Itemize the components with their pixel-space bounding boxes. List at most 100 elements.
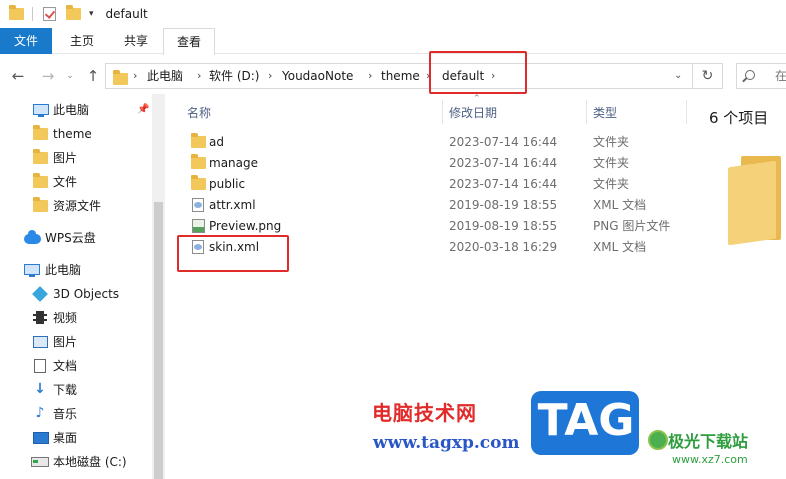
tab-share[interactable]: 共享 <box>110 28 162 54</box>
details-pane: 6 个项目 <box>695 94 786 479</box>
sidebar-item-label: 音乐 <box>53 407 78 421</box>
film-icon <box>33 311 47 324</box>
music-icon: ♪ <box>35 405 45 421</box>
sidebar-item-resources-folder[interactable]: 资源文件 <box>0 195 150 217</box>
sidebar-item-label: 此电脑 <box>45 263 82 277</box>
sidebar-item-label: 图片 <box>53 335 78 349</box>
pin-icon[interactable]: 📌 <box>137 99 149 121</box>
up-arrow-icon[interactable]: ↑ <box>84 66 102 86</box>
highlight-box-skin-xml <box>177 235 289 272</box>
file-row-attr-xml[interactable]: attr.xml 2019-08-19 18:55 XML 文档 <box>165 195 695 216</box>
customize-toolbar-dropdown[interactable]: ▾ <box>89 9 94 19</box>
file-modified: 2023-07-14 16:44 <box>449 177 558 191</box>
file-row-public[interactable]: public 2023-07-14 16:44 文件夹 <box>165 174 695 195</box>
file-modified: 2023-07-14 16:44 <box>449 156 558 170</box>
file-row-preview-png[interactable]: Preview.png 2019-08-19 18:55 PNG 图片文件 <box>165 216 695 237</box>
column-type[interactable]: 类型 <box>593 102 617 124</box>
breadcrumb-drive-d[interactable]: 软件 (D:) <box>209 64 259 88</box>
recent-locations-dropdown-icon[interactable]: ⌄ <box>63 66 77 86</box>
address-bar[interactable]: › 此电脑 › 软件 (D:) › YoudaoNote › theme › d… <box>105 63 693 89</box>
file-row-manage[interactable]: manage 2023-07-14 16:44 文件夹 <box>165 153 695 174</box>
cloud-icon <box>24 230 41 244</box>
file-type: XML 文档 <box>593 198 647 212</box>
address-history-dropdown-icon[interactable]: ⌄ <box>674 64 682 88</box>
search-input[interactable]: 在 <box>736 63 786 89</box>
sidebar-item-music[interactable]: ♪ 音乐 <box>0 403 150 425</box>
sidebar-scrollbar[interactable] <box>152 94 165 479</box>
sidebar-item-local-disk-c[interactable]: 本地磁盘 (C:) <box>0 451 150 473</box>
sidebar-item-3d-objects[interactable]: 3D Objects <box>0 283 150 305</box>
watermark-url: www.tagxp.com <box>373 433 520 453</box>
breadcrumb-theme[interactable]: theme <box>381 64 420 88</box>
file-modified: 2019-08-19 18:55 <box>449 198 558 212</box>
sidebar-item-label: 文件 <box>53 175 78 189</box>
forward-arrow-icon[interactable]: → <box>38 66 58 86</box>
file-type: 文件夹 <box>593 135 630 149</box>
new-folder-icon[interactable] <box>66 5 81 20</box>
xml-file-icon <box>192 198 204 212</box>
toolbar-divider <box>32 7 33 21</box>
quick-access-toolbar: ▾ <box>0 0 94 28</box>
breadcrumb-this-pc[interactable]: 此电脑 <box>147 64 183 88</box>
sidebar-item-this-pc-quick[interactable]: 此电脑 📌 <box>0 99 150 121</box>
sidebar-item-label: 视频 <box>53 311 78 325</box>
file-name: attr.xml <box>209 198 256 212</box>
watermark-site-name: 极光下载站 <box>668 432 749 451</box>
file-name: manage <box>209 156 259 170</box>
sidebar-item-videos[interactable]: 视频 <box>0 307 150 329</box>
back-arrow-icon[interactable]: ← <box>8 66 28 86</box>
navigation-pane: 此电脑 📌 theme 图片 文件 资源文件 WPS云盘 此电脑 3D Obje… <box>0 94 152 479</box>
tab-home[interactable]: 主页 <box>56 28 108 54</box>
sidebar-item-pictures[interactable]: 图片 <box>0 331 150 353</box>
chevron-right-icon[interactable]: › <box>368 64 372 88</box>
sidebar-item-this-pc[interactable]: 此电脑 <box>0 259 150 281</box>
sidebar-item-label: 文档 <box>53 359 78 373</box>
breadcrumb-youdaonote[interactable]: YoudaoNote <box>282 64 353 88</box>
picture-icon <box>33 336 48 348</box>
sidebar-item-downloads[interactable]: ↓ 下载 <box>0 379 150 401</box>
sidebar-item-label: 下载 <box>53 383 78 397</box>
sidebar-item-label: WPS云盘 <box>45 231 96 245</box>
ribbon-tabs: 文件 主页 共享 查看 <box>0 28 786 55</box>
sidebar-item-wps-cloud[interactable]: WPS云盘 <box>0 227 150 249</box>
refresh-icon[interactable]: ↻ <box>693 63 723 89</box>
item-count: 6 个项目 <box>709 109 769 127</box>
sidebar-item-label: 资源文件 <box>53 199 102 213</box>
sidebar-item-desktop[interactable]: 桌面 <box>0 427 150 449</box>
folder-icon <box>33 197 48 212</box>
sidebar-item-label: 本地磁盘 (C:) <box>53 455 127 469</box>
tab-file[interactable]: 文件 <box>0 28 52 54</box>
sidebar-item-theme[interactable]: theme <box>0 123 150 145</box>
column-header: ⌃ 名称 修改日期 类型 <box>165 94 688 132</box>
png-file-icon <box>192 219 205 233</box>
column-divider[interactable] <box>442 100 443 124</box>
file-row-ad[interactable]: ad 2023-07-14 16:44 文件夹 <box>165 132 695 153</box>
folder-icon <box>191 154 206 169</box>
sidebar-item-files-folder[interactable]: 文件 <box>0 171 150 193</box>
chevron-right-icon[interactable]: › <box>268 64 272 88</box>
folder-icon <box>191 175 206 190</box>
column-divider[interactable] <box>586 100 587 124</box>
column-divider[interactable] <box>686 100 687 124</box>
title-bar: ▾ default <box>0 0 786 28</box>
file-type: XML 文档 <box>593 240 647 254</box>
disk-icon <box>31 457 49 467</box>
chevron-right-icon[interactable]: › <box>197 64 201 88</box>
sidebar-item-pictures-folder[interactable]: 图片 <box>0 147 150 169</box>
properties-icon[interactable] <box>43 7 56 21</box>
column-modified[interactable]: 修改日期 <box>449 102 497 124</box>
folder-icon <box>33 173 48 188</box>
scrollbar-thumb[interactable] <box>154 202 163 479</box>
file-modified: 2019-08-19 18:55 <box>449 219 558 233</box>
sidebar-item-documents[interactable]: 文档 <box>0 355 150 377</box>
file-modified: 2023-07-14 16:44 <box>449 135 558 149</box>
file-name: public <box>209 177 246 191</box>
pc-icon <box>33 104 49 117</box>
tab-view[interactable]: 查看 <box>163 28 215 55</box>
folder-icon <box>33 125 48 140</box>
file-modified: 2020-03-18 16:29 <box>449 240 558 254</box>
folder-icon[interactable] <box>9 5 24 20</box>
search-placeholder: 在 <box>775 69 786 83</box>
chevron-right-icon[interactable]: › <box>133 64 137 88</box>
column-name[interactable]: 名称 <box>187 102 211 124</box>
